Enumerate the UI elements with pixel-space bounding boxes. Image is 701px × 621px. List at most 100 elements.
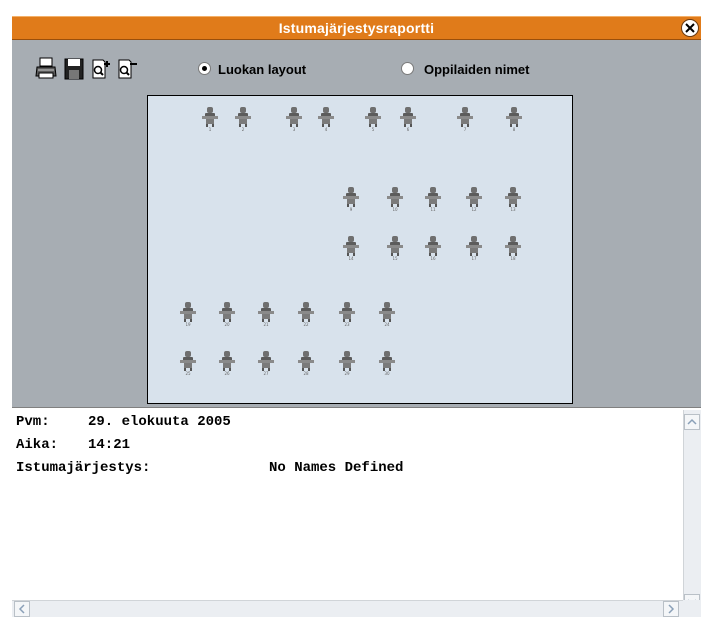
classroom-layout-canvas: 1 2 3 4 5 6 7 8 9 10 11 12 13 14 15 16 17 18 19 20 21 22 23 24 2… [147,95,573,404]
student-desk-26[interactable]: 26 [217,350,237,378]
person-icon [235,107,251,127]
desk-number: 16 [430,256,436,261]
student-desk-28[interactable]: 28 [296,350,316,378]
radio-class-layout[interactable] [198,62,211,75]
desk-number: 4 [324,127,328,132]
report-window: Istumajärjestysraportti Luokan layout Op… [0,0,701,620]
desk-number: 17 [471,256,477,261]
student-desk-18[interactable]: 18 [503,235,523,263]
radio-label-student-names[interactable]: Oppilaiden nimet [424,62,529,77]
student-desk-30[interactable]: 30 [377,350,397,378]
close-button[interactable] [681,19,699,37]
student-desk-1[interactable]: 1 [200,106,220,134]
student-desk-22[interactable]: 22 [296,301,316,329]
zoom-out-button[interactable] [116,56,140,82]
desk-number: 8 [512,127,516,132]
scrollbar-corner [683,600,701,617]
desk-number: 28 [303,371,309,376]
student-desk-23[interactable]: 23 [337,301,357,329]
desk-number: 26 [224,371,230,376]
student-desk-6[interactable]: 6 [398,106,418,134]
horizontal-scrollbar[interactable] [12,600,683,617]
desk-number: 12 [471,207,477,212]
person-icon [379,302,395,322]
student-desk-10[interactable]: 10 [385,186,405,214]
vertical-scrollbar[interactable] [683,410,701,616]
radio-student-names[interactable] [401,62,414,75]
student-desk-25[interactable]: 25 [178,350,198,378]
print-button[interactable] [34,56,58,82]
desk-number: 14 [348,256,354,261]
student-desk-17[interactable]: 17 [464,235,484,263]
student-desk-9[interactable]: 9 [341,186,361,214]
seating-value: No Names Defined [269,460,404,476]
person-icon [400,107,416,127]
desk-number: 13 [510,207,516,212]
person-icon [202,107,218,127]
student-desk-15[interactable]: 15 [385,235,405,263]
student-desk-13[interactable]: 13 [503,186,523,214]
person-icon [318,107,334,127]
student-desk-24[interactable]: 24 [377,301,397,329]
desk-number: 18 [510,256,516,261]
person-icon [286,107,302,127]
desk-number: 11 [430,207,436,212]
desk-number: 2 [241,127,245,132]
desk-number: 1 [208,127,212,132]
date-value: 29. elokuuta 2005 [88,414,231,430]
date-label: Pvm: [16,414,50,430]
time-label: Aika: [16,437,59,453]
chevron-left-icon [18,604,25,614]
scroll-up-button[interactable] [684,414,700,430]
person-icon [457,107,473,127]
window-title: Istumajärjestysraportti [278,20,435,36]
person-icon [365,107,381,127]
save-button[interactable] [62,56,86,82]
person-icon [258,351,274,371]
student-desk-7[interactable]: 7 [455,106,475,134]
desk-number: 30 [384,371,390,376]
desk-number: 22 [303,322,309,327]
chevron-right-icon [668,604,675,614]
chevron-up-icon [687,418,697,425]
person-icon [505,187,521,207]
desk-number: 5 [371,127,375,132]
student-desk-5[interactable]: 5 [363,106,383,134]
student-desk-3[interactable]: 3 [284,106,304,134]
person-icon [298,302,314,322]
student-desk-14[interactable]: 14 [341,235,361,263]
person-icon [258,302,274,322]
student-desk-8[interactable]: 8 [504,106,524,134]
desk-number: 19 [185,322,191,327]
student-desk-21[interactable]: 21 [256,301,276,329]
desk-number: 15 [392,256,398,261]
student-desk-29[interactable]: 29 [337,350,357,378]
report-text-area[interactable]: Pvm: 29. elokuuta 2005 Aika: 14:21 Istum… [12,407,701,620]
person-icon [180,351,196,371]
zoom-in-button[interactable] [90,56,114,82]
zoom-in-icon [92,59,110,79]
student-desk-20[interactable]: 20 [217,301,237,329]
desk-number: 24 [384,322,390,327]
student-desk-11[interactable]: 11 [423,186,443,214]
person-icon [298,351,314,371]
floppy-disk-icon [64,58,84,80]
student-desk-12[interactable]: 12 [464,186,484,214]
radio-selected-dot [202,66,207,71]
desk-number: 25 [185,371,191,376]
person-icon [466,236,482,256]
desk-number: 9 [349,207,353,212]
title-bar[interactable]: Istumajärjestysraportti [12,16,701,40]
radio-label-class-layout[interactable]: Luokan layout [218,62,306,77]
person-icon [343,187,359,207]
student-desk-19[interactable]: 19 [178,301,198,329]
desk-number: 20 [224,322,230,327]
student-desk-2[interactable]: 2 [233,106,253,134]
person-icon [379,351,395,371]
person-icon [219,302,235,322]
student-desk-4[interactable]: 4 [316,106,336,134]
scroll-right-button[interactable] [663,601,679,617]
scroll-left-button[interactable] [14,601,30,617]
student-desk-16[interactable]: 16 [423,235,443,263]
student-desk-27[interactable]: 27 [256,350,276,378]
